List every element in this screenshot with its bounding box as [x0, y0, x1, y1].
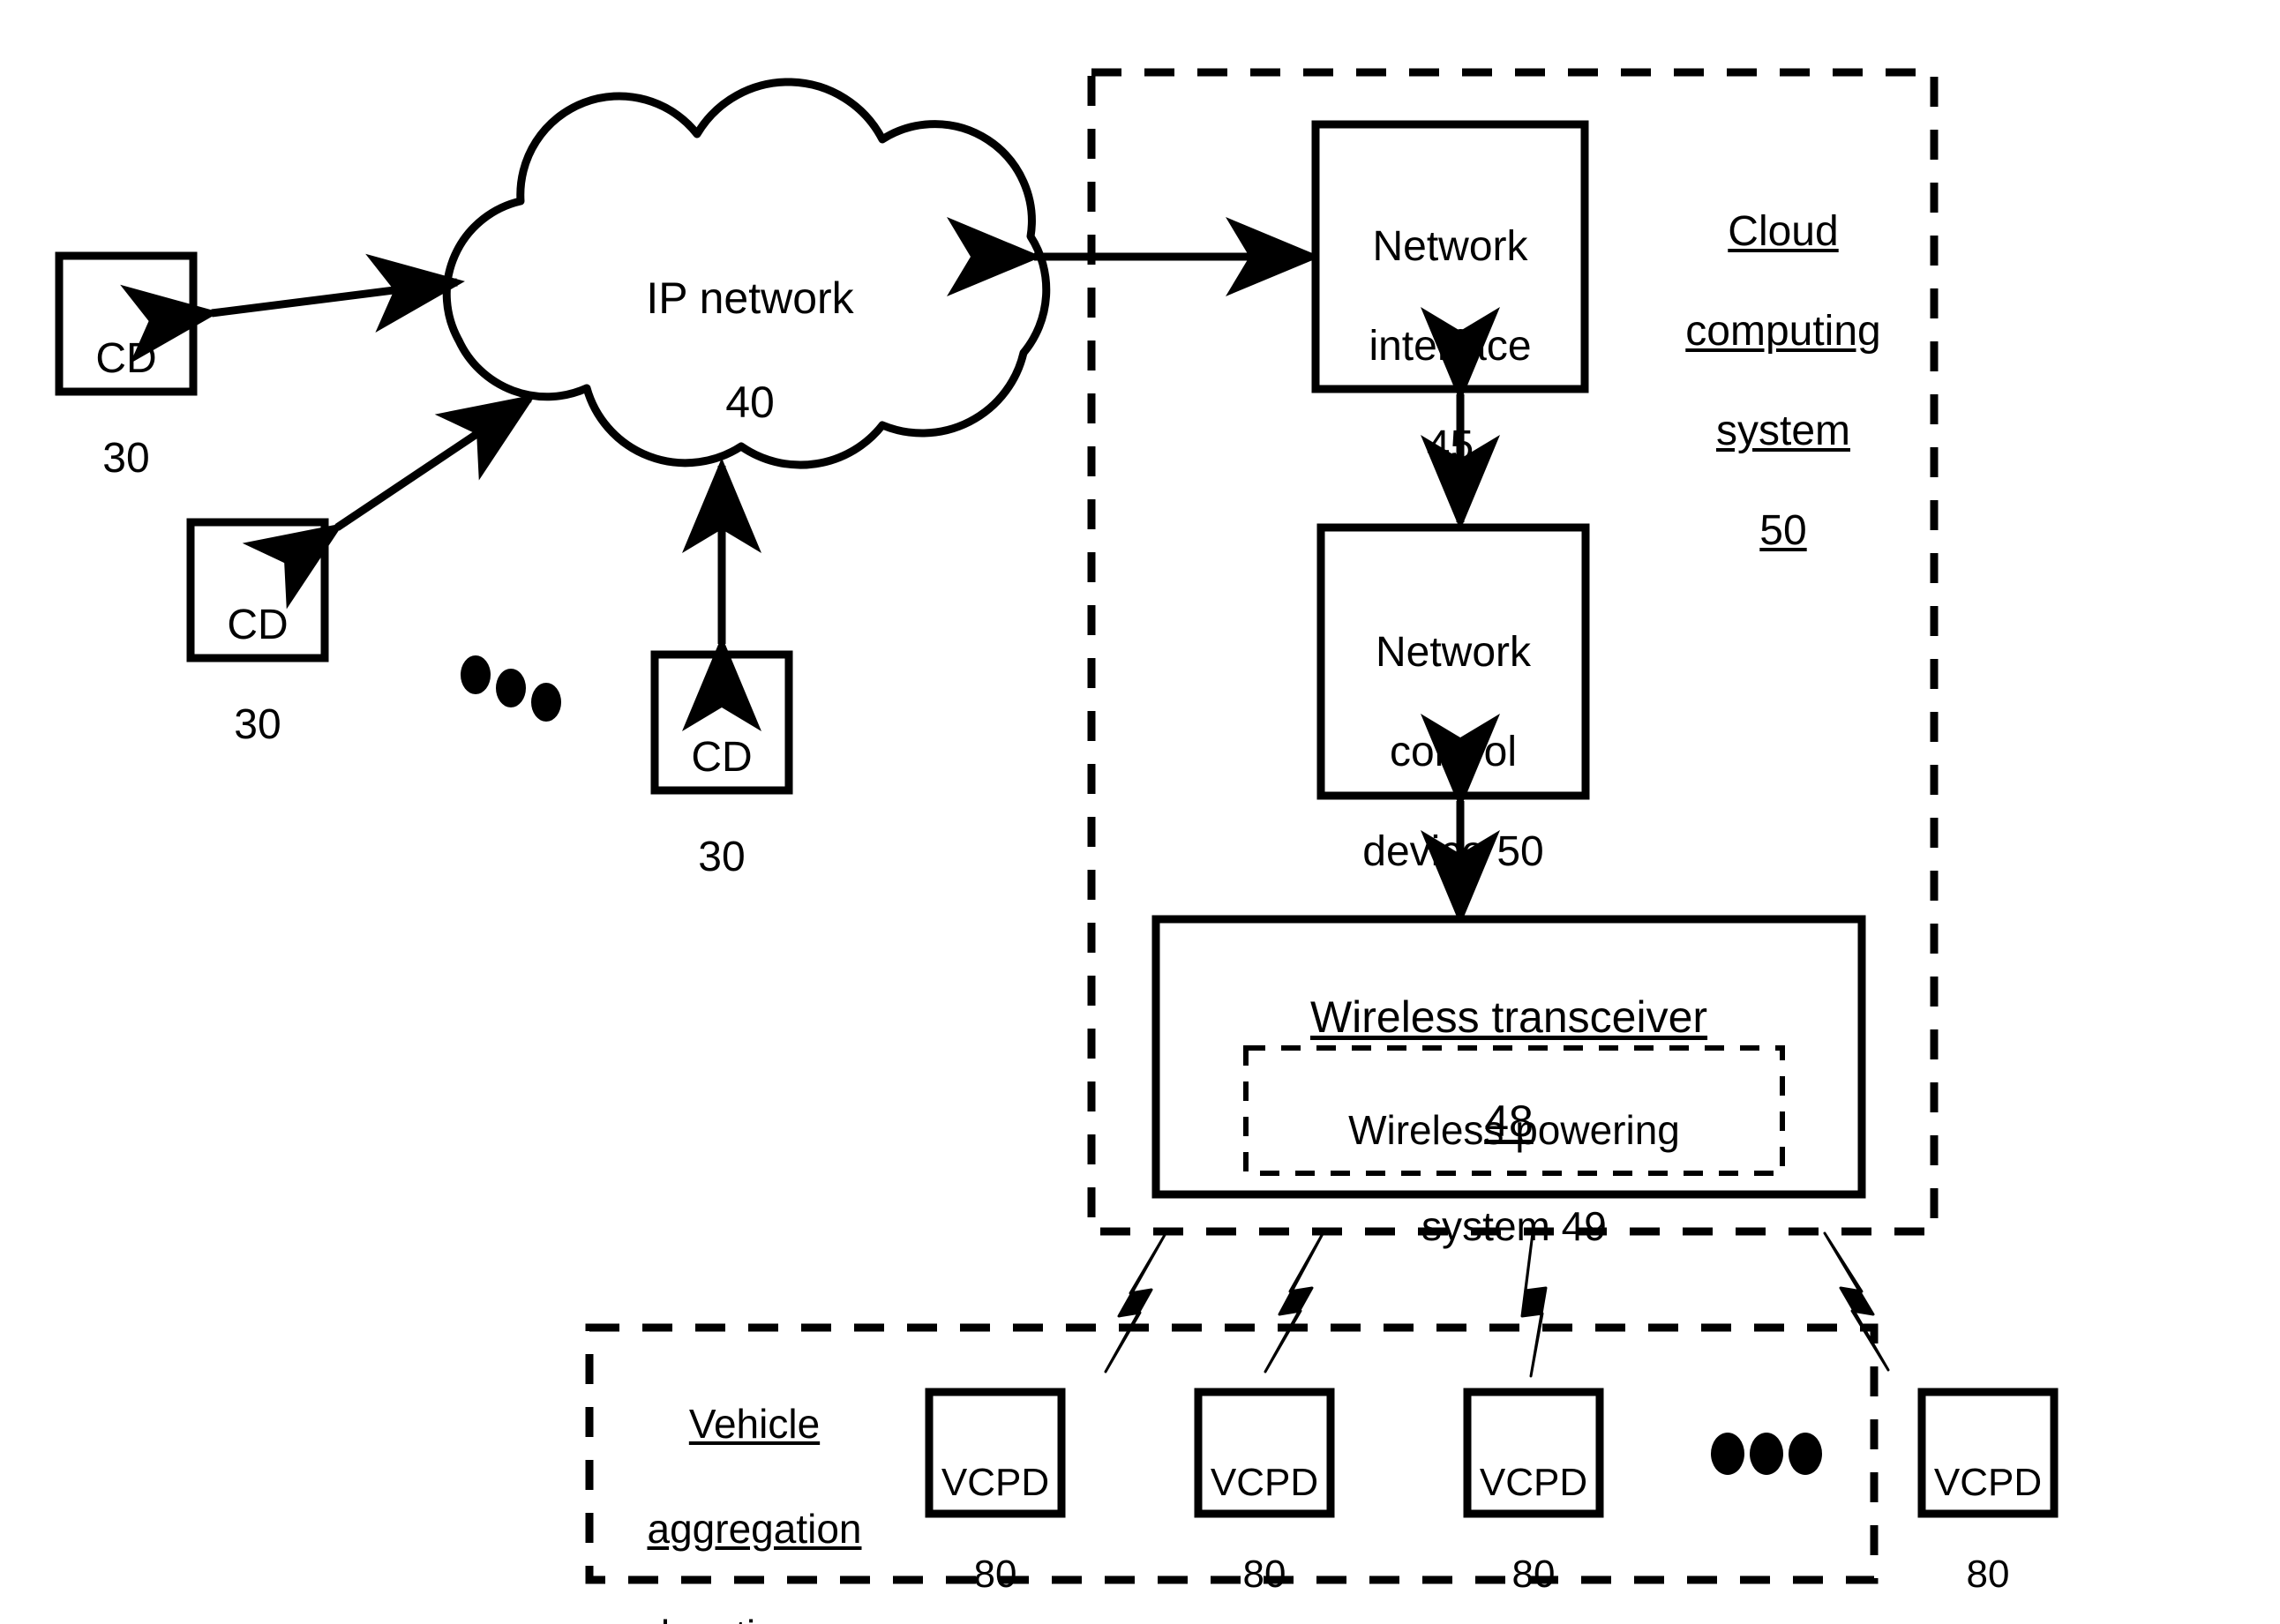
arrow-cd2-cloud: [242, 393, 536, 610]
cloud-label: IP network 40: [635, 221, 865, 481]
network-interface-line2: interface: [1369, 322, 1532, 370]
vcpd-3-line1: VCPD: [1479, 1460, 1588, 1504]
network-interface-label: Network interface 45: [1316, 172, 1585, 521]
wireless-powering-line1: Wireless powering: [1348, 1107, 1680, 1154]
cloud-system-title-line3: system: [1715, 408, 1850, 455]
cloud-system-title-line1: Cloud: [1728, 207, 1839, 255]
cloud-computing-system-title: Cloud computing system 50: [1638, 157, 1929, 607]
client-device-2-line2: 30: [234, 700, 281, 748]
vehicle-title-line2: aggregation: [647, 1506, 862, 1553]
client-device-label-2: CD 30: [191, 550, 325, 800]
lightning-bolt-icon-1: [1104, 1233, 1166, 1373]
cloud-label-line1: IP network: [646, 273, 854, 323]
vehicle-title-line3: location or: [609, 1609, 900, 1624]
vcpd-1-line2: 80: [973, 1552, 1017, 1596]
vcpd-label-3: VCPD 80: [1467, 1414, 1600, 1624]
vcpd-ellipsis-dots: [1711, 1433, 1822, 1475]
cloud-label-line2: 40: [725, 378, 775, 427]
diagram-vector-layer: [55, 68, 2059, 1584]
vcpd-2-line2: 80: [1242, 1552, 1286, 1596]
client-device-label-1: CD 30: [59, 284, 193, 534]
vcpd-1-line1: VCPD: [941, 1460, 1050, 1504]
vcpd-4-line1: VCPD: [1933, 1460, 2043, 1504]
wireless-transceiver-line1: Wireless transceiver: [1309, 992, 1708, 1042]
vcpd-label-2: VCPD 80: [1198, 1414, 1331, 1624]
wireless-powering-system-label: Wireless powering system 49: [1246, 1059, 1782, 1298]
cloud-system-title-line4: 50: [1759, 507, 1807, 555]
client-device-3-line2: 30: [698, 833, 746, 880]
vcpd-3-line2: 80: [1511, 1552, 1556, 1596]
client-device-label-3: CD 30: [655, 683, 789, 932]
network-interface-line3: 45: [1426, 423, 1474, 470]
vcpd-2-line1: VCPD: [1210, 1460, 1319, 1504]
vcpd-4-line2: 80: [1966, 1552, 2010, 1596]
vcpd-label-4: VCPD 80: [1922, 1414, 2054, 1624]
wireless-powering-line2: system 49: [1421, 1202, 1607, 1249]
cloud-system-title-line2: computing: [1685, 307, 1881, 355]
arrow-cd1-cloud: [120, 253, 465, 364]
vcpd-label-1: VCPD 80: [929, 1414, 1061, 1624]
network-interface-line1: Network: [1372, 222, 1528, 270]
client-device-2-line1: CD: [227, 601, 289, 648]
client-device-1-line1: CD: [95, 334, 157, 382]
client-device-1-line2: 30: [102, 434, 150, 482]
client-ellipsis-dots: [461, 655, 561, 722]
network-control-line2: control: [1389, 728, 1518, 775]
network-control-device-label: Network control device 50: [1321, 578, 1586, 927]
vehicle-aggregation-title: Vehicle aggregation location or location…: [609, 1345, 900, 1624]
client-device-3-line1: CD: [691, 733, 753, 781]
figure-canvas: IP network 40 CD 30 CD 30 CD 30 Cloud co…: [0, 0, 2280, 1624]
lightning-bolt-icon-4: [1823, 1231, 1890, 1372]
network-control-line1: Network: [1375, 628, 1532, 676]
vehicle-title-line1: Vehicle: [688, 1400, 821, 1447]
network-control-line3: device 50: [1362, 828, 1544, 876]
